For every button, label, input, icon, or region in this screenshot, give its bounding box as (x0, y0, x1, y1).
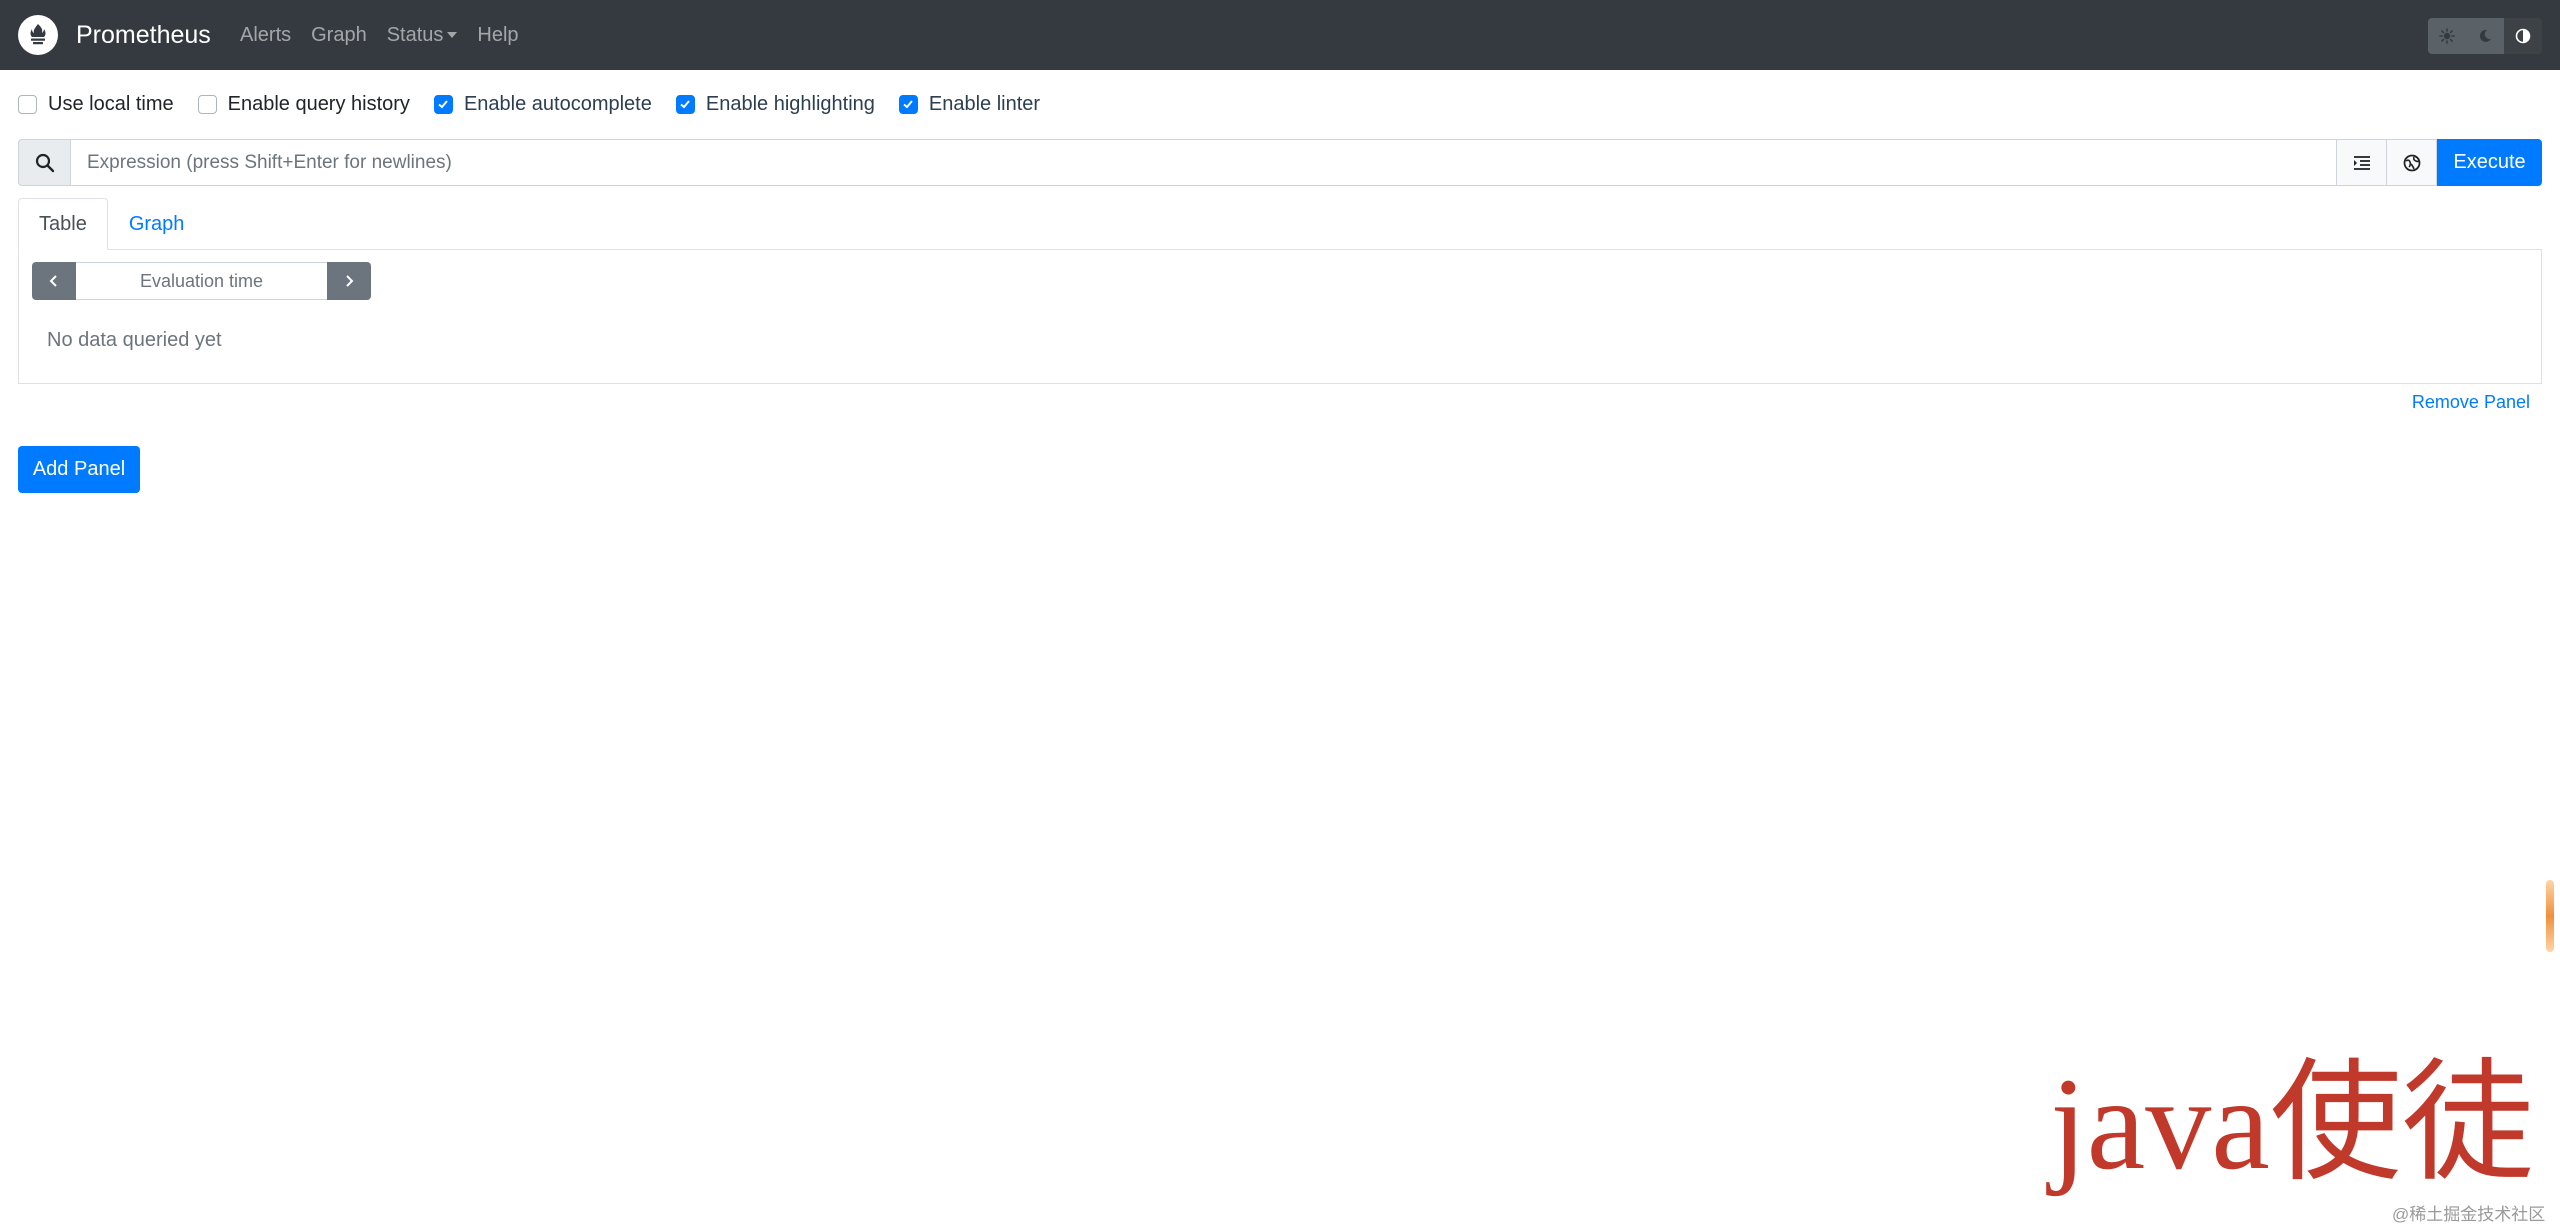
nav-status[interactable]: Status (387, 24, 458, 47)
theme-auto-button[interactable] (2504, 18, 2542, 54)
search-prepend (18, 139, 70, 186)
nav-graph[interactable]: Graph (311, 24, 367, 47)
option-enable-highlighting[interactable]: Enable highlighting (675, 92, 875, 116)
half-circle-icon (2515, 28, 2531, 44)
expression-bar: Execute (18, 139, 2542, 186)
theme-toggle (2428, 18, 2542, 54)
search-icon (35, 153, 54, 172)
evaluation-time-input[interactable] (76, 262, 327, 300)
evaluation-time-picker (32, 262, 371, 300)
sun-icon (2439, 28, 2455, 44)
theme-light-button[interactable] (2428, 18, 2466, 54)
checkbox-checked[interactable] (675, 94, 695, 114)
panel-body: No data queried yet (18, 249, 2542, 384)
checkbox[interactable] (197, 94, 217, 114)
format-indent-icon (2353, 155, 2370, 170)
brand-title: Prometheus (76, 20, 211, 49)
empty-state-text: No data queried yet (47, 329, 222, 351)
format-expression-button[interactable] (2337, 139, 2387, 186)
checkbox[interactable] (18, 94, 37, 114)
chevron-left-icon (49, 275, 57, 287)
watermark-text: java使徒 (2050, 1050, 2534, 1197)
check-icon (903, 100, 914, 109)
chevron-right-icon (346, 275, 354, 287)
remove-panel-link[interactable]: Remove Panel (2412, 392, 2530, 413)
option-enable-autocomplete[interactable]: Enable autocomplete (433, 92, 652, 116)
query-options: Use local time Enable query history Enab… (18, 90, 1064, 118)
option-label: Use local time (48, 92, 174, 115)
brand[interactable]: Prometheus (18, 14, 211, 56)
add-panel-button[interactable]: Add Panel (18, 446, 140, 493)
check-icon (680, 100, 691, 109)
nav-help[interactable]: Help (477, 24, 518, 47)
option-use-local-time[interactable]: Use local time (18, 93, 174, 116)
option-enable-query-history[interactable]: Enable query history (197, 92, 410, 116)
panel-tabs: Table Graph (18, 198, 205, 250)
eval-prev-button[interactable] (32, 262, 76, 300)
eval-next-button[interactable] (327, 262, 371, 300)
execute-button[interactable]: Execute (2437, 139, 2542, 186)
caret-down-icon (447, 32, 458, 38)
prometheus-logo-icon (18, 15, 58, 55)
option-label: Enable autocomplete (463, 92, 652, 115)
moon-icon (2479, 29, 2491, 42)
globe-icon (2403, 154, 2420, 171)
check-icon (438, 100, 449, 109)
expression-input[interactable] (70, 139, 2337, 186)
nav-links: Alerts Graph Status Help (240, 0, 539, 70)
scroll-indicator[interactable] (2546, 880, 2554, 952)
option-label: Enable linter (928, 92, 1041, 115)
theme-dark-button[interactable] (2466, 18, 2504, 54)
nav-status-label: Status (386, 23, 444, 46)
navbar: Prometheus Alerts Graph Status Help (0, 0, 2560, 70)
footer-watermark: @稀土掘金技术社区 (2392, 1205, 2546, 1224)
nav-alerts[interactable]: Alerts (240, 24, 291, 47)
checkbox-checked[interactable] (898, 94, 918, 114)
checkbox-checked[interactable] (433, 94, 453, 114)
tab-table[interactable]: Table (18, 198, 108, 250)
metrics-explorer-button[interactable] (2387, 139, 2437, 186)
tab-graph[interactable]: Graph (108, 198, 206, 250)
option-label: Enable highlighting (705, 92, 875, 115)
option-label: Enable query history (227, 92, 410, 115)
option-enable-linter[interactable]: Enable linter (898, 92, 1041, 116)
